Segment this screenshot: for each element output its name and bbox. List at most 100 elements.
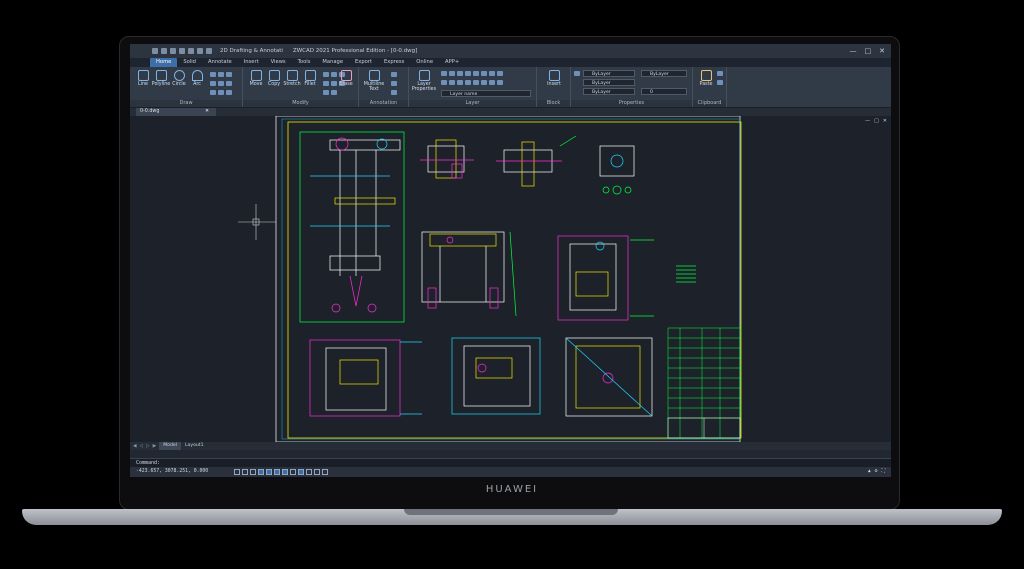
ellipse-icon[interactable] — [218, 72, 224, 77]
viewport-minimize-button[interactable]: — — [865, 118, 870, 124]
layer-tool-4-icon[interactable] — [465, 71, 471, 76]
layer-tool-11-icon[interactable] — [457, 80, 463, 85]
tab-views[interactable]: Views — [265, 58, 292, 67]
linetype-dropdown[interactable]: ByLayer — [583, 79, 635, 86]
layer-properties-button[interactable]: Layer Properties — [411, 70, 437, 92]
open-file-icon[interactable] — [161, 48, 167, 54]
print-icon[interactable] — [188, 48, 194, 54]
paste-button[interactable]: Paste — [695, 70, 717, 87]
layer-tool-12-icon[interactable] — [465, 80, 471, 85]
save-as-icon[interactable] — [179, 48, 185, 54]
file-tab[interactable]: 0-0.dwg ✕ — [136, 108, 216, 116]
new-file-icon[interactable] — [152, 48, 158, 54]
dynamic-input-icon[interactable] — [306, 469, 312, 475]
tab-solid[interactable]: Solid — [177, 58, 202, 67]
layer-tool-7-icon[interactable] — [489, 71, 495, 76]
tab-layout1[interactable]: Layout1 — [181, 442, 208, 450]
hatch-icon[interactable] — [226, 72, 232, 77]
viewport-restore-button[interactable]: □ — [874, 118, 879, 124]
fillet-button[interactable]: Fillet — [299, 70, 321, 87]
save-icon[interactable] — [170, 48, 176, 54]
layer-tool-16-icon[interactable] — [497, 80, 503, 85]
layer-tool-9-icon[interactable] — [441, 80, 447, 85]
arc-button[interactable]: Arc — [186, 70, 208, 87]
coordinates-readout: -423.657, 3078.251, 0.000 — [136, 469, 209, 474]
layer-tool-1-icon[interactable] — [441, 71, 447, 76]
layer-tool-2-icon[interactable] — [449, 71, 455, 76]
first-tab-arrow-icon[interactable]: ◀ — [133, 444, 137, 449]
tab-model[interactable]: Model — [159, 442, 181, 450]
tab-home[interactable]: Home — [150, 58, 178, 67]
workspace-selector[interactable]: 2D Drafting & Annotati — [220, 48, 283, 54]
layer-tool-5-icon[interactable] — [473, 71, 479, 76]
tab-annotate[interactable]: Annotate — [202, 58, 238, 67]
color-dropdown[interactable]: ByLayer — [583, 70, 635, 77]
region-icon[interactable] — [210, 90, 216, 95]
minimize-button[interactable]: — — [850, 47, 857, 55]
break-icon[interactable] — [331, 90, 337, 95]
revcloud-icon[interactable] — [226, 90, 232, 95]
layer-tool-10-icon[interactable] — [449, 80, 455, 85]
insert-block-button[interactable]: Insert — [543, 70, 565, 87]
layer-dropdown[interactable]: Layer name — [441, 90, 531, 97]
workspace-switch-icon[interactable]: ⚙ — [875, 467, 878, 477]
ortho-toggle-icon[interactable] — [250, 469, 256, 475]
layer-tool-15-icon[interactable] — [489, 80, 495, 85]
polygon-icon[interactable] — [210, 81, 216, 86]
drawing-canvas[interactable] — [130, 116, 891, 442]
layer-tool-8-icon[interactable] — [497, 71, 503, 76]
layer-tool-3-icon[interactable] — [457, 71, 463, 76]
snap-toggle-icon[interactable] — [242, 469, 248, 475]
layer-tool-14-icon[interactable] — [481, 80, 487, 85]
assembly-view-main — [299, 131, 405, 323]
tab-export[interactable]: Export — [349, 58, 378, 67]
annotation-scale-icon[interactable]: ▲ — [868, 467, 871, 477]
close-button[interactable]: ✕ — [879, 47, 885, 55]
annotation-monitor-icon[interactable] — [314, 469, 320, 475]
tab-express[interactable]: Express — [378, 58, 410, 67]
layer-tool-6-icon[interactable] — [481, 71, 487, 76]
tab-online[interactable]: Online — [410, 58, 439, 67]
next-tab-arrow-icon[interactable]: ▷ — [146, 444, 150, 449]
lineweight-dropdown[interactable]: ByLayer — [583, 88, 635, 95]
explode-icon[interactable] — [323, 90, 329, 95]
rectangle-icon[interactable] — [210, 72, 216, 77]
dimension-icon[interactable] — [391, 72, 397, 77]
transparency-toggle-icon[interactable] — [290, 469, 296, 475]
rotate-icon[interactable] — [323, 72, 329, 77]
undo-icon[interactable] — [197, 48, 203, 54]
leader-icon[interactable] — [391, 81, 397, 86]
erase-button[interactable]: Erase — [335, 70, 357, 87]
plotstyle-dropdown[interactable]: ByLayer — [641, 70, 687, 77]
close-tab-icon[interactable]: ✕ — [205, 108, 209, 116]
table-icon[interactable] — [391, 90, 397, 95]
layer-tool-13-icon[interactable] — [473, 80, 479, 85]
tab-app-plus[interactable]: APP+ — [439, 58, 465, 67]
last-tab-arrow-icon[interactable]: ▶ — [153, 444, 157, 449]
copy-clip-icon[interactable] — [717, 80, 723, 85]
transparency-field[interactable]: 0 — [641, 88, 687, 95]
otrack-toggle-icon[interactable] — [274, 469, 280, 475]
redo-icon[interactable] — [206, 48, 212, 54]
tab-tools[interactable]: Tools — [292, 58, 317, 67]
command-line[interactable]: Command: — [130, 458, 891, 467]
tab-insert[interactable]: Insert — [238, 58, 265, 67]
tab-manage[interactable]: Manage — [316, 58, 349, 67]
match-properties-icon[interactable] — [574, 71, 580, 76]
multiline-text-button[interactable]: Multiline Text — [361, 70, 387, 92]
fullscreen-icon[interactable]: ⛶ — [882, 467, 885, 477]
point-icon[interactable] — [226, 81, 232, 86]
grid-toggle-icon[interactable] — [234, 469, 240, 475]
viewport-close-button[interactable]: ✕ — [883, 118, 887, 124]
selection-cycling-icon[interactable] — [298, 469, 304, 475]
boundary-icon[interactable] — [218, 90, 224, 95]
prev-tab-arrow-icon[interactable]: ◁ — [140, 444, 144, 449]
lineweight-toggle-icon[interactable] — [282, 469, 288, 475]
osnap-toggle-icon[interactable] — [266, 469, 272, 475]
cut-icon[interactable] — [717, 71, 723, 76]
mirror-icon[interactable] — [323, 81, 329, 86]
maximize-button[interactable]: □ — [865, 47, 872, 55]
spline-icon[interactable] — [218, 81, 224, 86]
polar-toggle-icon[interactable] — [258, 469, 264, 475]
quick-properties-icon[interactable] — [322, 469, 328, 475]
